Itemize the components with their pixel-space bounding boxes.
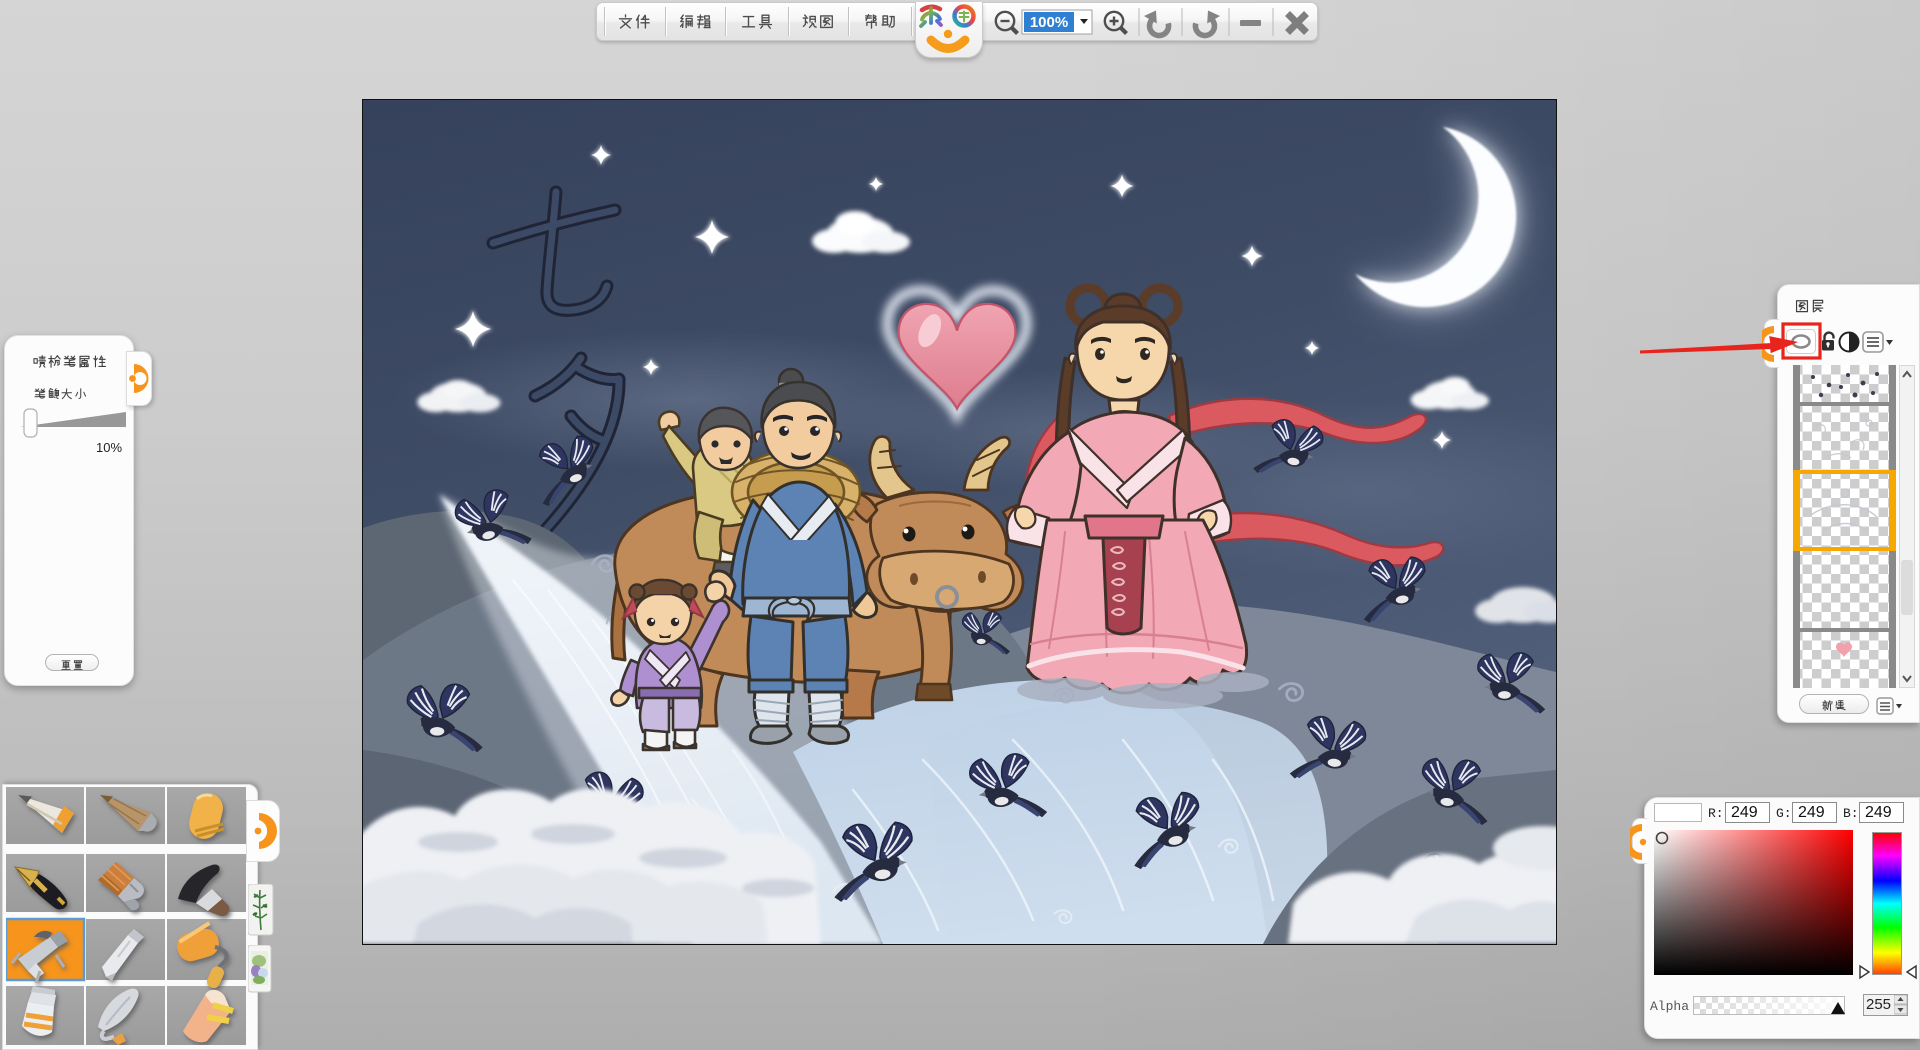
svg-text:100%: 100% <box>1030 14 1068 31</box>
